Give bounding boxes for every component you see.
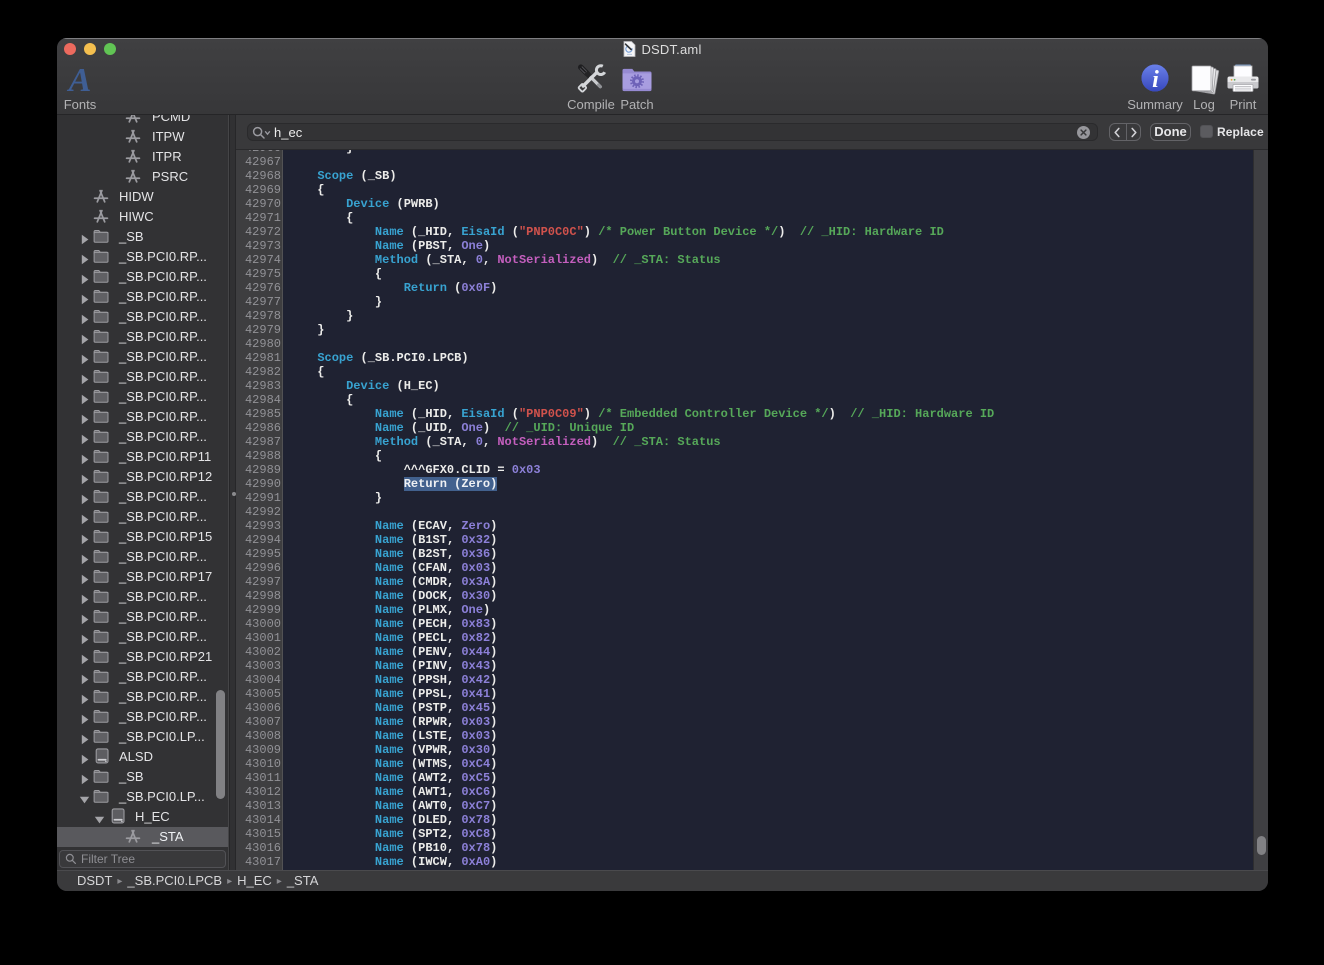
svg-text:i: i bbox=[1152, 67, 1159, 93]
svg-text:A: A bbox=[67, 63, 92, 95]
